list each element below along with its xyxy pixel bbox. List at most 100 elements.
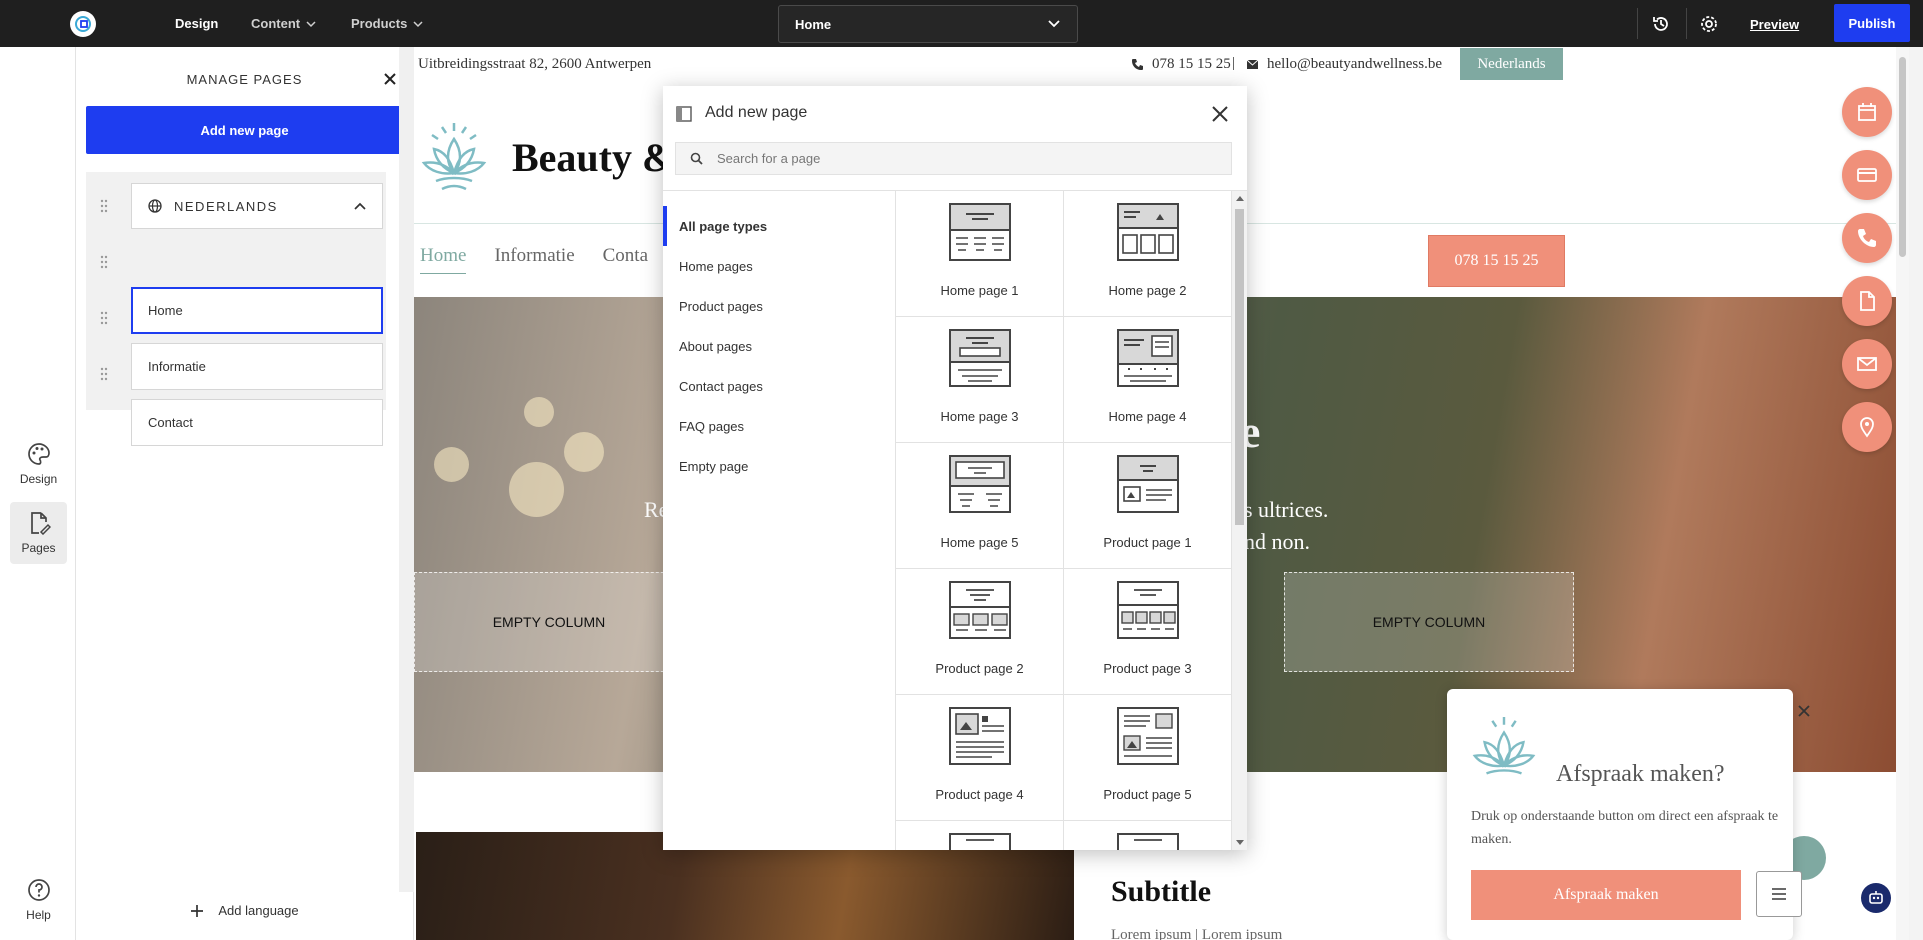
empty-column-right[interactable]: EMPTY COLUMN — [1284, 572, 1574, 672]
category-all[interactable]: All page types — [679, 219, 767, 234]
template-product-page-1[interactable]: Product page 1 — [1064, 443, 1232, 569]
category-home[interactable]: Home pages — [679, 259, 753, 274]
template-partial[interactable] — [1064, 821, 1232, 850]
site-call-button[interactable]: 078 15 15 25 — [1428, 235, 1565, 287]
drag-handle-icon[interactable] — [100, 311, 108, 325]
close-icon[interactable] — [383, 72, 397, 86]
popup-menu-button[interactable] — [1756, 871, 1802, 917]
add-new-page-button[interactable]: Add new page — [86, 106, 403, 154]
layout-thumbnail-icon — [1117, 707, 1179, 765]
add-new-page-modal: Add new page All page types Home pages P… — [663, 86, 1247, 850]
nav-content[interactable]: Content — [251, 0, 316, 47]
page-row-contact[interactable]: Contact — [131, 399, 383, 446]
category-faq[interactable]: FAQ pages — [679, 419, 744, 434]
panel-scrollbar[interactable] — [399, 47, 414, 892]
mail-icon — [1246, 59, 1259, 69]
site-address: Uitbreidingsstraat 82, 2600 Antwerpen — [418, 56, 652, 72]
phone-icon — [1858, 229, 1876, 247]
calendar-fab[interactable] — [1842, 87, 1892, 137]
nav-design[interactable]: Design — [175, 0, 218, 47]
template-product-page-3[interactable]: Product page 3 — [1064, 569, 1232, 695]
template-product-page-5[interactable]: Product page 5 — [1064, 695, 1232, 821]
scroll-up-arrow-icon[interactable] — [1236, 196, 1244, 201]
site-info-bar: Uitbreidingsstraat 82, 2600 Antwerpen 07… — [414, 47, 1909, 82]
layout-thumbnail-icon — [949, 707, 1011, 765]
modal-scrollbar[interactable] — [1232, 191, 1247, 850]
history-icon[interactable] — [1651, 14, 1671, 34]
panel-layout-icon — [676, 106, 692, 122]
rail-pages[interactable]: Pages — [10, 502, 67, 564]
add-language-label: Add language — [218, 903, 299, 918]
layout-thumbnail-icon — [949, 329, 1011, 387]
site-email[interactable]: hello@beautyandwellness.be — [1246, 56, 1442, 73]
scroll-down-arrow-icon[interactable] — [1236, 840, 1244, 845]
template-home-page-1[interactable]: Home page 1 — [896, 191, 1064, 317]
app-logo-icon[interactable] — [70, 11, 96, 37]
language-group-nederlands[interactable]: NEDERLANDS — [131, 183, 383, 229]
scrollbar-thumb[interactable] — [1235, 209, 1244, 525]
gear-icon[interactable] — [1699, 14, 1719, 34]
chat-assistant-button[interactable] — [1861, 883, 1891, 913]
rail-design[interactable]: Design — [10, 433, 67, 495]
bokeh-light — [434, 447, 469, 482]
preview-link[interactable]: Preview — [1750, 17, 1799, 32]
page-select-dropdown[interactable]: Home — [778, 5, 1078, 43]
section-text: Lorem ipsum | Lorem ipsum — [1111, 927, 1283, 940]
make-appointment-button[interactable]: Afspraak maken — [1471, 870, 1741, 920]
close-icon[interactable] — [1798, 705, 1810, 717]
chevron-up-icon[interactable] — [354, 201, 366, 213]
nav-products-label: Products — [351, 16, 408, 31]
drag-handle-icon[interactable] — [100, 367, 108, 381]
site-nav-home[interactable]: Home — [420, 245, 467, 274]
popup-text: Druk op onderstaande button om direct ee… — [1471, 809, 1779, 847]
language-label: NEDERLANDS — [174, 198, 278, 214]
empty-column-left[interactable]: EMPTY COLUMN — [414, 572, 684, 672]
rail-help[interactable]: Help — [10, 869, 67, 931]
phone-fab[interactable] — [1842, 213, 1892, 263]
template-home-page-5[interactable]: Home page 5 — [896, 443, 1064, 569]
template-grid: Home page 1 Home page 2 Home page 3 Home… — [896, 191, 1232, 850]
email-fab[interactable] — [1842, 339, 1892, 389]
publish-button[interactable]: Publish — [1834, 4, 1910, 42]
category-product[interactable]: Product pages — [679, 299, 763, 314]
chevron-down-icon — [306, 20, 316, 27]
layout-thumbnail-icon — [949, 203, 1011, 261]
drag-handle-icon[interactable] — [100, 255, 108, 269]
document-fab[interactable] — [1842, 276, 1892, 326]
layout-thumbnail-icon — [1117, 581, 1179, 639]
help-icon — [27, 879, 50, 901]
credit-card-icon — [1857, 168, 1877, 182]
template-home-page-3[interactable]: Home page 3 — [896, 317, 1064, 443]
template-home-page-2[interactable]: Home page 2 — [1064, 191, 1232, 317]
phone-icon — [1132, 59, 1143, 70]
site-scrollbar[interactable] — [1896, 47, 1909, 940]
layout-thumbnail-icon — [949, 581, 1011, 639]
category-about[interactable]: About pages — [679, 339, 752, 354]
site-language-button[interactable]: Nederlands — [1460, 48, 1563, 80]
payment-fab[interactable] — [1842, 150, 1892, 200]
site-phone[interactable]: 078 15 15 25 — [1131, 56, 1231, 73]
add-language-button[interactable]: Add language — [76, 903, 413, 918]
nav-products[interactable]: Products — [351, 0, 423, 47]
category-empty[interactable]: Empty page — [679, 459, 748, 474]
location-fab[interactable] — [1842, 402, 1892, 452]
site-brand[interactable]: Beauty & — [418, 119, 675, 195]
close-icon[interactable] — [1211, 105, 1229, 123]
site-nav-informatie[interactable]: Informatie — [494, 245, 574, 274]
template-partial[interactable] — [896, 821, 1064, 850]
template-product-page-4[interactable]: Product page 4 — [896, 695, 1064, 821]
layout-thumbnail-icon — [949, 455, 1011, 513]
template-home-page-4[interactable]: Home page 4 — [1064, 317, 1232, 443]
search-input[interactable] — [717, 151, 1217, 166]
active-indicator — [663, 206, 667, 246]
template-label: Home page 3 — [940, 409, 1019, 424]
site-nav-contact[interactable]: Conta — [603, 245, 648, 274]
page-row-home[interactable]: Home — [131, 287, 383, 334]
drag-handle-icon[interactable] — [100, 199, 108, 213]
scrollbar-thumb[interactable] — [1899, 57, 1906, 257]
separator-pipe: | — [1232, 55, 1236, 71]
template-product-page-2[interactable]: Product page 2 — [896, 569, 1064, 695]
template-label: Product page 5 — [1103, 787, 1192, 802]
category-contact[interactable]: Contact pages — [679, 379, 763, 394]
page-row-informatie[interactable]: Informatie — [131, 343, 383, 390]
